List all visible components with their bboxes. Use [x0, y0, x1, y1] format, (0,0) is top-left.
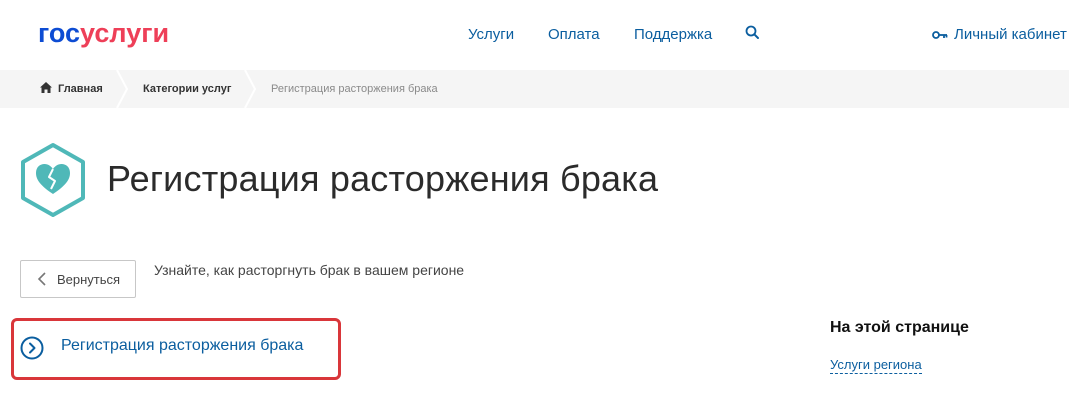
header: госуслуги Услуги Оплата Поддержка Личный…	[0, 0, 1069, 70]
nav-services[interactable]: Услуги	[468, 26, 514, 43]
nav-support[interactable]: Поддержка	[634, 26, 712, 43]
breadcrumb-home[interactable]: Главная	[40, 70, 103, 108]
divorce-registration-link[interactable]: Регистрация расторжения брака	[61, 337, 303, 355]
breadcrumb: Главная Категории услуг Регистрация раст…	[0, 70, 1069, 108]
logo-part-gos: гос	[38, 18, 81, 48]
breadcrumb-current: Регистрация расторжения брака	[271, 83, 438, 95]
chevron-left-icon	[37, 272, 46, 286]
home-icon	[40, 82, 52, 93]
nav-payment[interactable]: Оплата	[548, 26, 600, 43]
breadcrumb-home-label: Главная	[58, 83, 103, 95]
broken-heart-icon	[21, 143, 85, 217]
region-services-link[interactable]: Услуги региона	[830, 357, 922, 374]
back-button-label: Вернуться	[57, 271, 121, 287]
back-button[interactable]: Вернуться	[20, 260, 136, 298]
personal-cabinet-link[interactable]: Личный кабинет	[932, 26, 1067, 43]
gosuslugi-logo[interactable]: госуслуги	[38, 18, 169, 49]
breadcrumb-separator	[244, 70, 257, 108]
logo-part-uslugi: услуги	[80, 18, 170, 48]
search-icon[interactable]	[744, 24, 762, 42]
key-icon	[932, 30, 948, 39]
page-title: Регистрация расторжения брака	[107, 158, 659, 199]
chevron-circle-right-icon[interactable]	[20, 336, 44, 360]
page-description: Узнайте, как расторгнуть брак в вашем ре…	[154, 262, 465, 278]
on-this-page-title: На этой странице	[830, 319, 969, 336]
cabinet-label: Личный кабинет	[954, 26, 1067, 43]
breadcrumb-separator	[116, 70, 129, 108]
breadcrumb-categories[interactable]: Категории услуг	[143, 70, 231, 108]
